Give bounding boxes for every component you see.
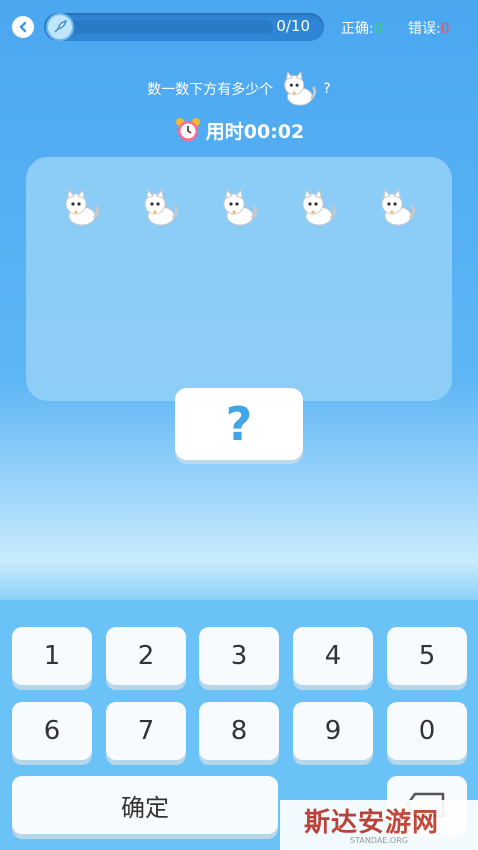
key-label: 7 xyxy=(137,716,155,746)
cats-row xyxy=(58,186,418,230)
progress-count: 0/10 xyxy=(276,17,310,35)
question-text: 数一数下方有多少个 xyxy=(147,82,274,98)
watermark-title: 斯达安游网 xyxy=(304,808,440,838)
key-label: 3 xyxy=(230,641,248,671)
wrong-label: 错误: xyxy=(408,21,441,37)
wrong-count: 0 xyxy=(440,21,450,37)
answer-box: ? xyxy=(175,388,303,460)
key-label: 1 xyxy=(43,641,61,671)
correct-label: 正确: xyxy=(341,21,374,37)
key-8[interactable]: 8 xyxy=(199,702,279,760)
key-9[interactable]: 9 xyxy=(293,702,373,760)
cat-icon xyxy=(137,186,181,230)
key-6[interactable]: 6 xyxy=(12,702,92,760)
key-label: 9 xyxy=(324,716,342,746)
key-label: 5 xyxy=(418,641,436,671)
watermark-subtitle: STANDAE.ORG xyxy=(350,836,408,845)
chevron-left-icon xyxy=(19,21,27,33)
timer: 用时00:02 xyxy=(0,116,478,144)
answer-value: ? xyxy=(225,397,253,451)
timer-label: 用时00:02 xyxy=(205,120,305,143)
key-2[interactable]: 2 xyxy=(106,627,186,685)
confirm-label: 确定 xyxy=(121,793,169,822)
correct-count: 0 xyxy=(373,21,383,37)
cat-icon xyxy=(295,186,339,230)
cat-icon xyxy=(284,70,317,106)
confirm-button[interactable]: 确定 xyxy=(12,776,278,834)
alarm-clock-icon xyxy=(175,118,200,141)
key-7[interactable]: 7 xyxy=(106,702,186,760)
key-4[interactable]: 4 xyxy=(293,627,373,685)
key-1[interactable]: 1 xyxy=(12,627,92,685)
key-0[interactable]: 0 xyxy=(387,702,467,760)
back-button[interactable] xyxy=(12,16,34,38)
correct-score: 正确:0 xyxy=(341,18,383,38)
cat-icon xyxy=(216,186,260,230)
key-3[interactable]: 3 xyxy=(199,627,279,685)
cat-icon xyxy=(58,186,102,230)
rocket-icon xyxy=(46,13,74,41)
key-label: 4 xyxy=(324,641,342,671)
key-5[interactable]: 5 xyxy=(387,627,467,685)
wrong-score: 错误:0 xyxy=(408,18,450,38)
watermark: 斯达安游网 STANDAE.ORG xyxy=(280,800,478,850)
key-label: 2 xyxy=(137,641,155,671)
progress-bar: 0/10 xyxy=(44,13,324,41)
key-label: 8 xyxy=(230,716,248,746)
question-prompt: 数一数下方有多少个 ? xyxy=(0,70,478,108)
progress-track xyxy=(68,20,273,34)
key-label: 6 xyxy=(43,716,61,746)
question-mark: ? xyxy=(323,81,331,97)
cat-icon xyxy=(374,186,418,230)
key-label: 0 xyxy=(418,716,436,746)
